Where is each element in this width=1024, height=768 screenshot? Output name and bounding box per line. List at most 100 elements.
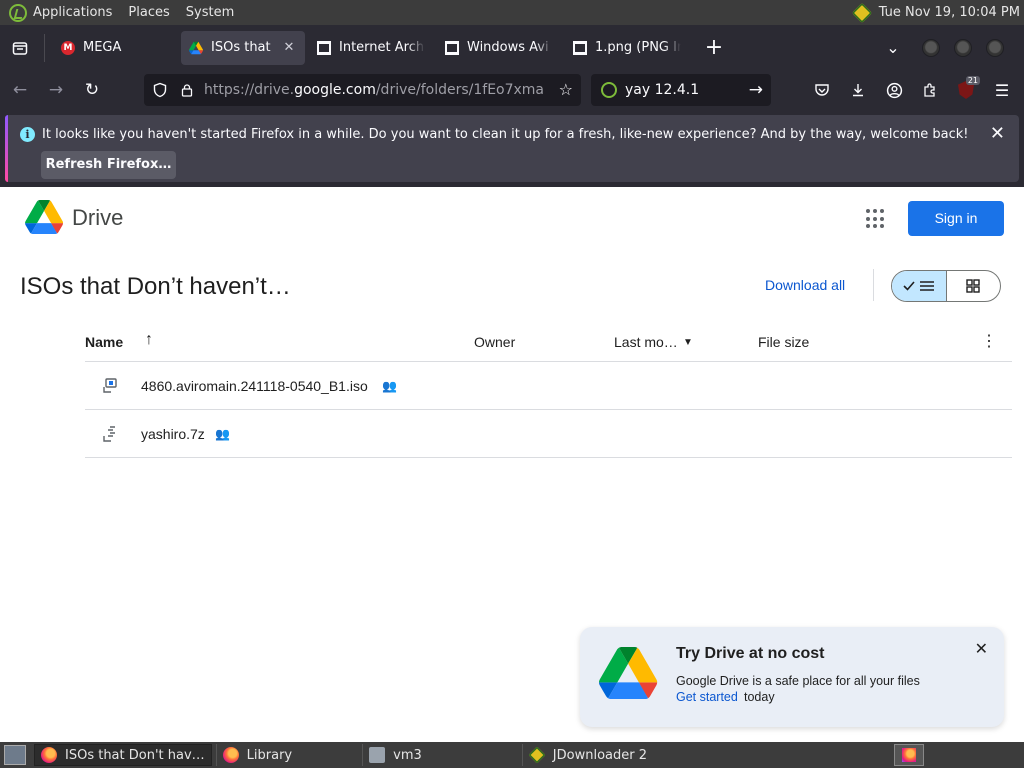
workspace-switcher[interactable] [894,744,924,766]
back-button[interactable]: ← [4,74,36,106]
search-input[interactable]: yay 12.4.1 [625,82,699,98]
task-jdownloader[interactable]: JDownloader 2 [521,744,653,766]
account-button[interactable] [878,74,910,106]
jdownloader-tray-icon[interactable] [851,2,872,23]
promo-text: Google Drive is a safe place for all you… [676,674,920,688]
close-promo-icon[interactable]: ✕ [975,639,988,659]
notification-message: It looks like you haven't started Firefo… [42,127,969,142]
column-last-modified[interactable]: Last mo… [614,334,678,350]
more-options-icon[interactable]: ⋮ [981,331,997,351]
download-all-button[interactable]: Download all [765,277,845,293]
tab-png[interactable]: 1.png (PNG In [565,31,689,65]
google-drive-icon [189,41,203,54]
task-vm3[interactable]: vm3 [362,744,428,766]
column-file-size[interactable]: File size [758,334,809,350]
close-notification-icon[interactable]: ✕ [990,123,1005,144]
search-go-icon[interactable]: → [749,80,763,100]
internet-archive-icon [317,40,331,55]
column-name[interactable]: Name [85,334,123,350]
downloads-button[interactable] [842,74,874,106]
drive-header: Drive Sign in [0,187,1024,251]
tracking-protection-shield-icon[interactable] [152,82,168,98]
refresh-firefox-button[interactable]: Refresh Firefox… [41,151,176,179]
maximize-window-button[interactable] [954,38,972,57]
get-started-link[interactable]: Get started [676,690,738,704]
list-view-button[interactable] [892,271,947,301]
clock[interactable]: Tue Nov 19, 10:04 PM [879,5,1020,20]
task-label: ISOs that Don't hav… [65,747,205,763]
tab-internet-archive[interactable]: Internet Arch [309,31,433,65]
shared-people-icon: 👥 [215,427,230,441]
puzzle-icon [924,83,935,97]
tab-title: ISOs that [211,40,271,55]
firefox-icon [41,747,57,763]
grid-view-button[interactable] [947,271,1001,301]
file-name[interactable]: 4860.aviromain.241118-0540_B1.iso [141,378,368,394]
folder-icon [369,747,386,763]
shared-people-icon: 👥 [382,379,397,393]
archive-file-icon [103,426,115,442]
download-icon [853,84,863,97]
lock-icon[interactable] [180,83,194,97]
bottom-taskbar: ISOs that Don't hav… Library vm3 JDownlo… [0,742,1024,768]
reload-button[interactable]: ↻ [76,74,108,106]
new-tab-button[interactable]: + [699,33,729,63]
url-text[interactable]: https://drive.google.com/drive/folders/1… [204,82,544,98]
forward-button[interactable]: → [40,74,72,106]
reload-icon: ↻ [84,80,100,100]
tab-drive-active[interactable]: ISOs that ✕ [181,30,305,65]
task-firefox-drive[interactable]: ISOs that Don't hav… [34,744,212,766]
sort-ascending-icon[interactable]: ↑ [145,331,153,349]
top-panel: Applications Places System Tue Nov 19, 1… [0,0,1024,25]
info-icon: i [20,127,35,142]
task-library[interactable]: Library [215,744,298,766]
table-row[interactable]: yashiro.7z 👥 [85,410,1012,458]
url-domain: google.com [294,82,376,98]
ublock-origin-button[interactable]: 21 [950,74,982,106]
toolbar-icons: 21 ☰ [806,74,1018,106]
pocket-button[interactable] [806,74,838,106]
show-desktop-button[interactable] [4,745,26,765]
file-name[interactable]: yashiro.7z [141,426,205,442]
promo-title: Try Drive at no cost [676,645,825,662]
folder-title: ISOs that Don’t haven’t… [20,273,291,300]
sort-dropdown-icon[interactable]: ▼ [683,337,693,348]
view-toggle [891,270,1001,302]
firefox-view-button[interactable] [2,30,38,66]
disk-image-file-icon [103,378,117,393]
search-engine-icon [601,82,617,98]
bookmark-star-icon[interactable]: ☆ [559,80,573,99]
tab-title: Internet Arch [339,40,425,55]
drive-product-name[interactable]: Drive [72,205,123,231]
google-drive-logo[interactable] [25,200,63,234]
system-tray: Tue Nov 19, 10:04 PM [851,2,1020,23]
column-owner[interactable]: Owner [474,334,515,350]
debian-logo-icon[interactable] [9,3,27,22]
tab-separator [44,33,45,62]
minimize-window-button[interactable] [922,38,940,57]
tab-windows-avi[interactable]: Windows Avi [437,31,561,65]
navigation-toolbar: ← → ↻ https://drive.google.com/drive/fol… [0,70,1024,110]
panel-menu: Applications Places System [0,0,250,25]
search-bar[interactable]: yay 12.4.1 → [591,74,771,106]
close-tab-icon[interactable]: ✕ [281,40,297,56]
tab-bar: M MEGA ISOs that ✕ Internet Arch Windows… [0,25,1024,70]
mega-icon: M [61,40,75,55]
applications-menu[interactable]: Applications [33,5,112,20]
table-row[interactable]: 4860.aviromain.241118-0540_B1.iso 👥 [85,362,1012,410]
file-table: Name ↑ Owner Last mo… ▼ File size ⋮ 4860… [85,320,1012,458]
sign-in-button[interactable]: Sign in [908,201,1004,236]
app-menu-button[interactable]: ☰ [986,74,1018,106]
refresh-firefox-notification: i It looks like you haven't started Fire… [0,110,1024,187]
extensions-button[interactable] [914,74,946,106]
drive-page: Drive Sign in ISOs that Don’t haven’t… D… [0,187,1024,742]
places-menu[interactable]: Places [128,5,169,20]
close-window-button[interactable] [986,38,1004,57]
list-all-tabs-button[interactable]: ⌄ [878,38,908,57]
tab-mega[interactable]: M MEGA [53,31,177,65]
url-bar[interactable]: https://drive.google.com/drive/folders/1… [144,74,581,106]
pocket-icon [815,84,829,96]
google-apps-icon[interactable] [866,209,886,229]
internet-archive-icon [573,40,587,55]
system-menu[interactable]: System [186,5,234,20]
